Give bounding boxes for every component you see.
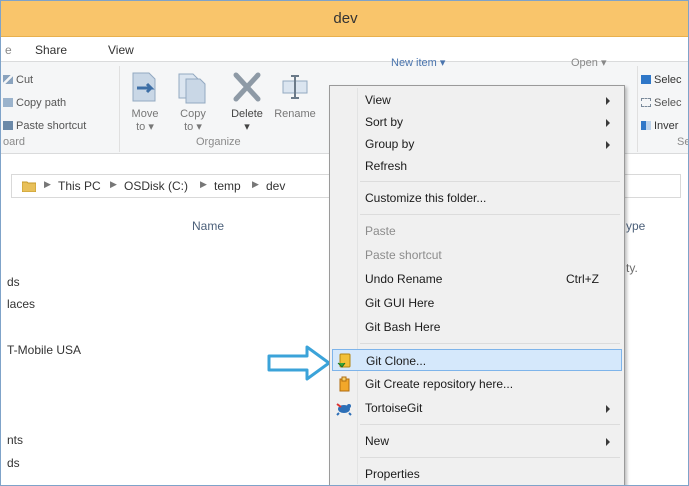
clipboard-group-label: oard <box>3 136 26 148</box>
tab-home-partial[interactable]: e <box>5 43 12 57</box>
menu-item-properties[interactable]: Properties <box>332 463 622 485</box>
nav-item[interactable]: nts <box>7 433 23 447</box>
select-all-icon <box>641 75 651 84</box>
git-create-repo-icon <box>336 376 352 392</box>
invert-selection-icon <box>641 121 651 130</box>
column-header-type[interactable]: ype <box>626 219 645 233</box>
title-bar: dev <box>1 1 688 37</box>
window-title: dev <box>333 10 358 27</box>
nav-item[interactable]: laces <box>7 297 35 311</box>
menu-item-tortoisegit[interactable]: TortoiseGit <box>332 397 622 419</box>
submenu-arrow-icon <box>606 119 610 127</box>
copy-to-icon <box>175 70 211 104</box>
breadcrumb-temp[interactable]: temp <box>214 179 241 193</box>
menu-divider <box>360 424 620 425</box>
menu-item-undo-rename[interactable]: Undo Rename Ctrl+Z <box>332 268 622 290</box>
navigation-pane: ds laces T-Mobile USA nts ds <box>1 211 181 485</box>
tab-view[interactable]: View <box>108 43 134 57</box>
breadcrumb-separator-icon: ▶ <box>252 179 259 189</box>
annotation-arrow-icon <box>267 345 331 381</box>
organize-group-label: Organize <box>196 136 241 148</box>
explorer-window: dev e Share View Cut Copy path Paste sho… <box>0 0 689 486</box>
select-all-button[interactable]: Selec <box>641 74 682 86</box>
open-button[interactable]: Open ▾ <box>571 56 607 69</box>
menu-item-git-clone[interactable]: Git Clone... <box>332 349 622 371</box>
copy-path-button[interactable]: Copy path <box>3 97 66 109</box>
menu-item-git-gui[interactable]: Git GUI Here <box>332 292 622 314</box>
menu-divider <box>360 457 620 458</box>
menu-item-paste-shortcut[interactable]: Paste shortcut <box>332 244 622 266</box>
move-to-button[interactable]: Move to ▾ <box>125 70 165 134</box>
folder-icon <box>21 180 37 193</box>
breadcrumb-osdisk[interactable]: OSDisk (C:) <box>124 179 188 193</box>
paste-shortcut-icon <box>3 121 13 130</box>
breadcrumb-separator-icon: ▶ <box>200 179 207 189</box>
menu-divider <box>360 181 620 182</box>
menu-item-sort-by[interactable]: Sort by <box>332 111 622 133</box>
delete-button[interactable]: Delete ▾ <box>225 70 269 134</box>
new-item-button[interactable]: New item ▾ <box>391 56 445 69</box>
copy-to-button[interactable]: Copy to ▾ <box>173 70 213 134</box>
tab-share[interactable]: Share <box>35 43 67 57</box>
ribbon-divider <box>119 66 120 152</box>
submenu-arrow-icon <box>606 141 610 149</box>
empty-folder-text: ty. <box>626 261 638 275</box>
menu-item-refresh[interactable]: Refresh <box>332 155 622 177</box>
select-group-label: Se <box>677 136 688 148</box>
breadcrumb-separator-icon: ▶ <box>110 179 117 189</box>
menu-item-paste[interactable]: Paste <box>332 220 622 242</box>
menu-item-group-by[interactable]: Group by <box>332 133 622 155</box>
paste-shortcut-button[interactable]: Paste shortcut <box>3 120 86 132</box>
undo-shortcut: Ctrl+Z <box>566 272 599 286</box>
menu-item-git-bash[interactable]: Git Bash Here <box>332 316 622 338</box>
ribbon-divider-select <box>637 66 638 152</box>
menu-divider <box>360 343 620 344</box>
tortoisegit-icon <box>336 400 352 416</box>
rename-button[interactable]: Rename <box>271 70 319 121</box>
nav-item[interactable]: ds <box>7 275 20 289</box>
breadcrumb-dev[interactable]: dev <box>266 179 285 193</box>
submenu-arrow-icon <box>606 97 610 105</box>
copy-path-icon <box>3 98 13 107</box>
submenu-arrow-icon <box>606 405 610 413</box>
invert-selection-button[interactable]: Inver <box>641 120 678 132</box>
menu-item-new[interactable]: New <box>332 430 622 452</box>
breadcrumb-separator-icon: ▶ <box>44 179 51 189</box>
delete-x-icon <box>229 70 265 104</box>
menu-item-git-create-repo[interactable]: Git Create repository here... <box>332 373 622 395</box>
menu-item-customize-folder[interactable]: Customize this folder... <box>332 187 622 209</box>
move-to-icon <box>127 70 163 104</box>
menu-item-view[interactable]: View <box>332 89 622 111</box>
context-menu: View Sort by Group by Refresh Customize … <box>329 85 625 485</box>
cut-button[interactable]: Cut <box>3 74 33 86</box>
column-header-name[interactable]: Name <box>192 219 224 233</box>
menu-divider <box>360 214 620 215</box>
nav-item[interactable]: ds <box>7 456 20 470</box>
scissors-icon <box>3 75 13 84</box>
breadcrumb-this-pc[interactable]: This PC <box>58 179 101 193</box>
select-none-button[interactable]: Selec <box>641 97 682 109</box>
select-none-icon <box>641 98 651 107</box>
submenu-arrow-icon <box>606 438 610 446</box>
rename-icon <box>277 70 313 104</box>
git-clone-icon <box>337 353 353 369</box>
nav-item-tmobile[interactable]: T-Mobile USA <box>7 343 81 357</box>
